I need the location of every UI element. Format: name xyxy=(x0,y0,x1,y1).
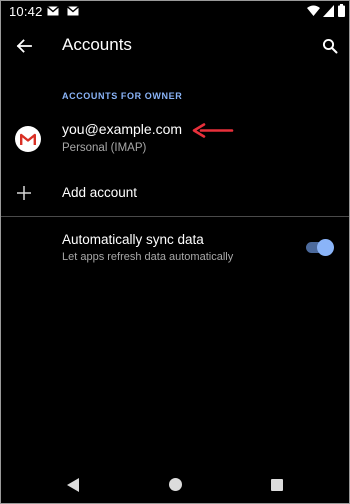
wifi-icon xyxy=(307,5,320,16)
page-title: Accounts xyxy=(62,35,132,54)
account-email: you@example.com xyxy=(62,121,183,137)
app-bar: Accounts xyxy=(1,23,349,69)
phone-screen: 10:42 Accounts ACCOUNTS FOR OWNER you@ex… xyxy=(0,0,350,504)
account-type: Personal (IMAP) xyxy=(62,142,147,154)
navigation-bar xyxy=(1,465,349,503)
divider xyxy=(1,216,349,217)
sync-title: Automatically sync data xyxy=(62,232,204,247)
gmail-notification-icon xyxy=(47,6,59,16)
add-account-label: Add account xyxy=(62,185,138,200)
search-button[interactable] xyxy=(317,33,343,59)
account-item[interactable]: you@example.com Personal (IMAP) xyxy=(1,114,349,164)
annotation-arrow-icon xyxy=(192,123,234,138)
nav-back-icon[interactable] xyxy=(67,478,79,492)
plus-icon xyxy=(17,186,31,200)
battery-icon xyxy=(338,4,345,17)
status-time: 10:42 xyxy=(9,4,43,19)
toggle-thumb xyxy=(317,239,334,256)
nav-recents-icon[interactable] xyxy=(271,479,283,491)
status-bar: 10:42 xyxy=(1,1,349,23)
arrow-back-icon xyxy=(16,39,32,53)
nav-home-icon[interactable] xyxy=(169,478,182,491)
auto-sync-setting[interactable]: Automatically sync data Let apps refresh… xyxy=(1,223,349,271)
sync-subtitle: Let apps refresh data automatically xyxy=(62,251,234,263)
add-account-button[interactable]: Add account xyxy=(1,173,349,213)
gmail-notification-icon xyxy=(67,6,79,16)
gmail-icon xyxy=(15,126,41,152)
back-button[interactable] xyxy=(11,33,37,59)
search-icon xyxy=(322,38,338,54)
section-header: ACCOUNTS FOR OWNER xyxy=(62,91,183,101)
auto-sync-toggle[interactable] xyxy=(304,239,334,256)
signal-icon xyxy=(323,5,334,17)
